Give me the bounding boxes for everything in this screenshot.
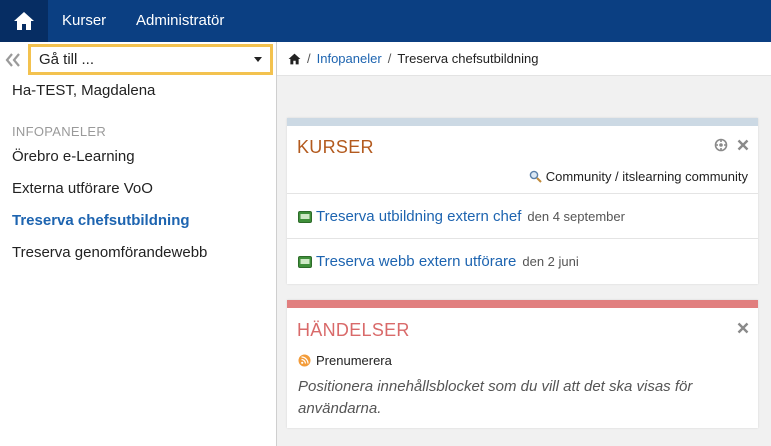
home-button[interactable] <box>0 0 48 42</box>
collapse-sidebar-button[interactable] <box>3 49 23 71</box>
home-icon[interactable] <box>288 53 301 65</box>
goto-select-value: Gå till ... <box>39 51 95 68</box>
divider <box>287 193 758 194</box>
top-bar: Kurser Administratör <box>0 0 771 42</box>
sidebar: Gå till ... Ha-TEST, Magdalena INFOPANEL… <box>0 42 277 446</box>
kurser-panel-title: KURSER <box>297 137 374 157</box>
breadcrumb: / Infopaneler / Treserva chefsutbildning <box>277 42 771 76</box>
nav-kurser[interactable]: Kurser <box>62 0 106 42</box>
sidebar-item-treserva-chefsutbildning[interactable]: Treserva chefsutbildning <box>12 212 190 229</box>
nav-administrator[interactable]: Administratör <box>136 0 224 42</box>
handelser-panel-title: HÄNDELSER <box>297 320 410 340</box>
section-heading-infopaneler: INFOPANELER <box>12 124 107 139</box>
double-chevron-left-icon <box>5 53 20 67</box>
divider <box>287 238 758 239</box>
handelser-panel-strip <box>287 300 758 308</box>
search-icon <box>529 170 542 183</box>
sidebar-item-externa-utforare[interactable]: Externa utförare VoO <box>12 180 153 197</box>
user-name[interactable]: Ha-TEST, Magdalena <box>12 82 155 99</box>
placement-hint: Positionera innehållsblocket som du vill… <box>298 378 693 417</box>
main-content: / Infopaneler / Treserva chefsutbildning… <box>277 42 771 446</box>
course-link[interactable]: Treserva utbildning extern chef <box>316 208 521 225</box>
close-icon[interactable] <box>736 321 750 335</box>
course-date: den 2 juni <box>522 254 579 269</box>
subscribe-link[interactable]: Prenumerera <box>298 353 392 368</box>
community-label: Community / itslearning community <box>545 169 748 184</box>
list-item: Treserva utbildning extern chef den 4 se… <box>298 208 625 225</box>
course-icon <box>298 255 312 268</box>
sidebar-item-treserva-genomforandewebb[interactable]: Treserva genomförandewebb <box>12 244 207 261</box>
kurser-panel: KURSER Community / itslearning community… <box>287 118 758 284</box>
home-icon <box>14 12 34 30</box>
rss-icon <box>298 354 311 367</box>
close-icon[interactable] <box>736 138 750 152</box>
community-link[interactable]: Community / itslearning community <box>529 169 748 184</box>
course-link[interactable]: Treserva webb extern utförare <box>316 253 516 270</box>
breadcrumb-infopaneler[interactable]: Infopaneler <box>317 51 382 66</box>
caret-down-icon <box>254 57 262 62</box>
course-icon <box>298 210 312 223</box>
handelser-panel: HÄNDELSER Prenumerera Positionera innehå… <box>287 300 758 428</box>
kurser-panel-strip <box>287 118 758 126</box>
sidebar-item-orebro-elearning[interactable]: Örebro e-Learning <box>12 148 135 165</box>
goto-select[interactable]: Gå till ... <box>28 44 273 75</box>
course-date: den 4 september <box>527 209 625 224</box>
subscribe-label: Prenumerera <box>316 353 392 368</box>
settings-icon[interactable] <box>714 138 728 152</box>
breadcrumb-current: Treserva chefsutbildning <box>397 51 539 66</box>
list-item: Treserva webb extern utförare den 2 juni <box>298 253 579 270</box>
